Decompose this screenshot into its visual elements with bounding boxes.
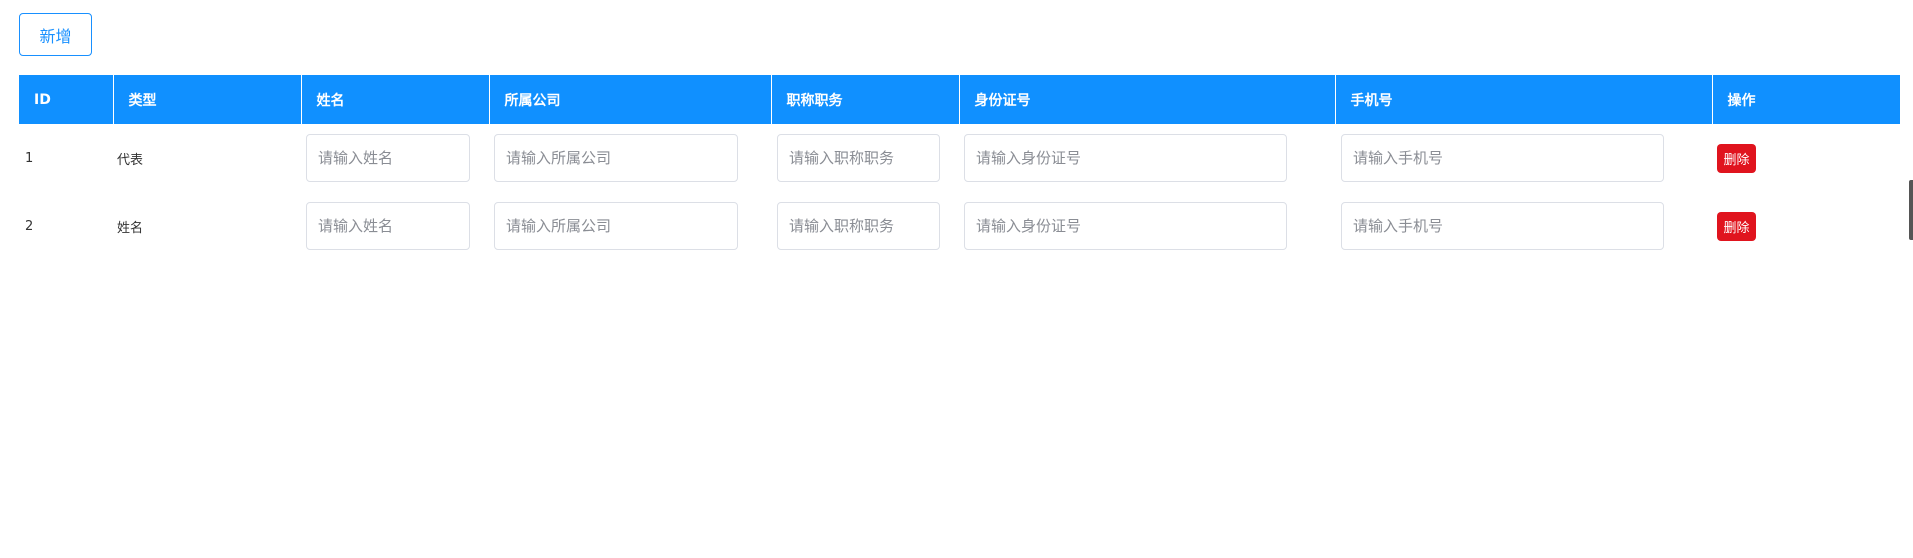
cell-id-card <box>959 124 1335 192</box>
id-card-input[interactable] <box>964 134 1287 182</box>
name-input[interactable] <box>306 202 470 250</box>
cell-type: 代表 <box>113 124 301 192</box>
header-type: 类型 <box>113 75 302 124</box>
page: 新增 ID 类型 姓名 所属公司 职称职务 身份证号 手机号 操作 1 代表 请… <box>0 0 1913 558</box>
cell-company <box>489 192 771 260</box>
table-header-row: ID 类型 姓名 所属公司 职称职务 身份证号 手机号 操作 <box>19 75 1900 124</box>
delete-button[interactable]: 删除 <box>1717 211 1756 241</box>
cell-id-card <box>959 192 1335 260</box>
cell-name <box>301 192 489 260</box>
header-name: 姓名 <box>301 75 490 124</box>
phone-input[interactable] <box>1341 134 1664 182</box>
cell-phone <box>1335 192 1712 260</box>
table-row: 1 代表 删除 <box>19 124 1900 192</box>
cell-actions: 删除 <box>1712 124 1900 192</box>
row-id: 1 <box>25 150 34 166</box>
cell-title <box>771 124 959 192</box>
cell-company <box>489 124 771 192</box>
row-type: 姓名 <box>117 220 144 236</box>
cell-actions: 删除 <box>1712 192 1900 260</box>
delete-button[interactable]: 删除 <box>1717 143 1756 173</box>
title-input[interactable] <box>777 202 940 250</box>
row-type: 代表 <box>117 152 144 168</box>
company-input[interactable] <box>494 134 738 182</box>
scrollbar-handle[interactable] <box>1909 180 1913 240</box>
header-id: ID <box>19 75 114 124</box>
data-table: ID 类型 姓名 所属公司 职称职务 身份证号 手机号 操作 1 代表 请输入姓… <box>19 75 1900 260</box>
table-row: 2 姓名 删除 <box>19 192 1900 260</box>
cell-type: 姓名 <box>113 192 301 260</box>
add-button[interactable]: 新增 <box>19 13 92 56</box>
header-title: 职称职务 <box>771 75 960 124</box>
company-input[interactable] <box>494 202 738 250</box>
row-id: 2 <box>25 218 34 234</box>
cell-title <box>771 192 959 260</box>
id-card-input[interactable] <box>964 202 1287 250</box>
cell-phone <box>1335 124 1712 192</box>
header-phone: 手机号 <box>1335 75 1713 124</box>
header-actions: 操作 <box>1712 75 1900 124</box>
header-company: 所属公司 <box>489 75 772 124</box>
cell-id: 1 <box>19 124 113 192</box>
title-input[interactable] <box>777 134 940 182</box>
name-input[interactable] <box>306 134 470 182</box>
phone-input[interactable] <box>1341 202 1664 250</box>
header-id-card: 身份证号 <box>959 75 1336 124</box>
cell-id: 2 <box>19 192 113 260</box>
cell-name <box>301 124 489 192</box>
